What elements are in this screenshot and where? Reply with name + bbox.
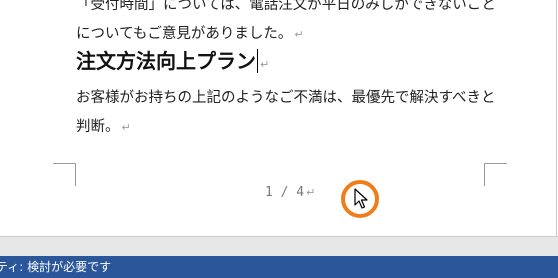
paragraph-mark-icon: ↵ [260, 58, 270, 71]
body-text: お客様がお持ちの上記のようなご不満は、最優先で解決すべきと [76, 90, 496, 106]
page-number-text: 1 / 4 [265, 185, 305, 200]
body-text: 「受付時間」については、電話注文が平日のみしかできないこと [76, 0, 496, 13]
crop-mark-right [484, 163, 507, 186]
footer-page-number[interactable]: 1 / 4 ↵ [265, 184, 315, 202]
word-document-window: 「受付時間」については、電話注文が平日のみしかできないこと についてもご意見があ… [0, 0, 558, 278]
body-text: 判断。 [76, 119, 120, 135]
body-text-line[interactable]: お客様がお持ちの上記のようなご不満は、最優先で解決すべきと [76, 88, 495, 108]
paragraph-mark-icon: ↵ [306, 186, 316, 199]
paragraph-mark-icon: ↵ [121, 121, 131, 134]
status-bar: ティ: 検討が必要です [0, 256, 558, 278]
heading-text: 注文方法向上プラン [76, 49, 256, 73]
page-gap [0, 236, 558, 257]
crop-mark-left [53, 163, 76, 186]
text-cursor [257, 49, 258, 73]
mouse-pointer-icon [354, 188, 368, 209]
body-text-line[interactable]: 「受付時間」については、電話注文が平日のみしかできないこと [76, 0, 496, 15]
section-heading[interactable]: 注文方法向上プラン ↵ [76, 48, 269, 78]
body-text: についてもご意見がありました。 [76, 26, 293, 42]
body-text-line[interactable]: 判断。 ↵ [76, 117, 131, 138]
body-text-line[interactable]: についてもご意見がありました。 ↵ [76, 24, 304, 45]
paragraph-mark-icon: ↵ [294, 28, 304, 41]
document-page[interactable]: 「受付時間」については、電話注文が平日のみしかできないこと についてもご意見があ… [0, 0, 557, 236]
accessibility-status[interactable]: ティ: 検討が必要です [0, 256, 111, 278]
